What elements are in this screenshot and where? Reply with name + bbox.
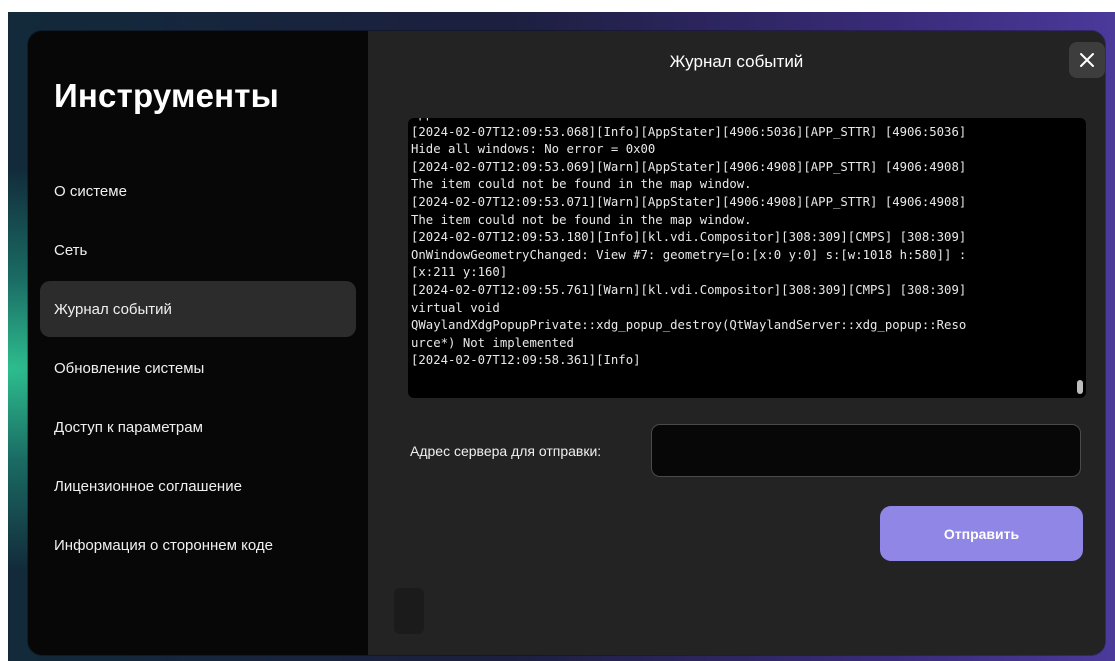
sidebar-item-system-update[interactable]: Обновление системы bbox=[40, 340, 356, 396]
sidebar-item-parameter-access[interactable]: Доступ к параметрам bbox=[40, 399, 356, 455]
sidebar-item-event-log[interactable]: Журнал событий bbox=[40, 281, 356, 337]
event-log-view[interactable]: AppStater receive state 2 [2024-02-07T12… bbox=[408, 118, 1086, 398]
sidebar-item-label: Обновление системы bbox=[54, 359, 205, 377]
server-address-label: Адрес сервера для отправки: bbox=[410, 443, 602, 459]
sidebar-item-label: Сеть bbox=[54, 241, 88, 259]
sidebar-item-system-info[interactable]: О системе bbox=[40, 163, 356, 219]
server-address-input[interactable] bbox=[651, 424, 1081, 477]
event-log-panel: Журнал событий AppStater receive state 2… bbox=[368, 31, 1105, 655]
close-icon bbox=[1080, 53, 1094, 67]
sidebar-item-label: О системе bbox=[54, 182, 127, 200]
sidebar-nav: О системе Сеть Журнал событий Обновление… bbox=[40, 163, 356, 576]
event-log-text: AppStater receive state 2 [2024-02-07T12… bbox=[411, 118, 967, 368]
sidebar-item-network[interactable]: Сеть bbox=[40, 222, 356, 278]
sidebar-title: Инструменты bbox=[54, 77, 280, 114]
close-button[interactable] bbox=[1069, 42, 1105, 78]
sidebar-item-license-agreement[interactable]: Лицензионное соглашение bbox=[40, 458, 356, 514]
sidebar-item-label: Журнал событий bbox=[54, 300, 172, 318]
background-shape bbox=[394, 588, 424, 634]
send-button[interactable]: Отправить bbox=[880, 506, 1083, 561]
sidebar-item-third-party-code[interactable]: Информация о стороннем коде bbox=[40, 517, 356, 573]
page-title: Журнал событий bbox=[669, 52, 804, 71]
tools-window: Инструменты О системе Сеть Журнал событи… bbox=[28, 31, 1105, 655]
sidebar-item-label: Лицензионное соглашение bbox=[54, 477, 242, 495]
sidebar-item-label: Доступ к параметрам bbox=[54, 418, 203, 436]
sidebar-item-label: Информация о стороннем коде bbox=[54, 536, 273, 554]
sidebar: Инструменты О системе Сеть Журнал событи… bbox=[28, 31, 368, 655]
log-scrollbar[interactable] bbox=[1077, 380, 1083, 394]
